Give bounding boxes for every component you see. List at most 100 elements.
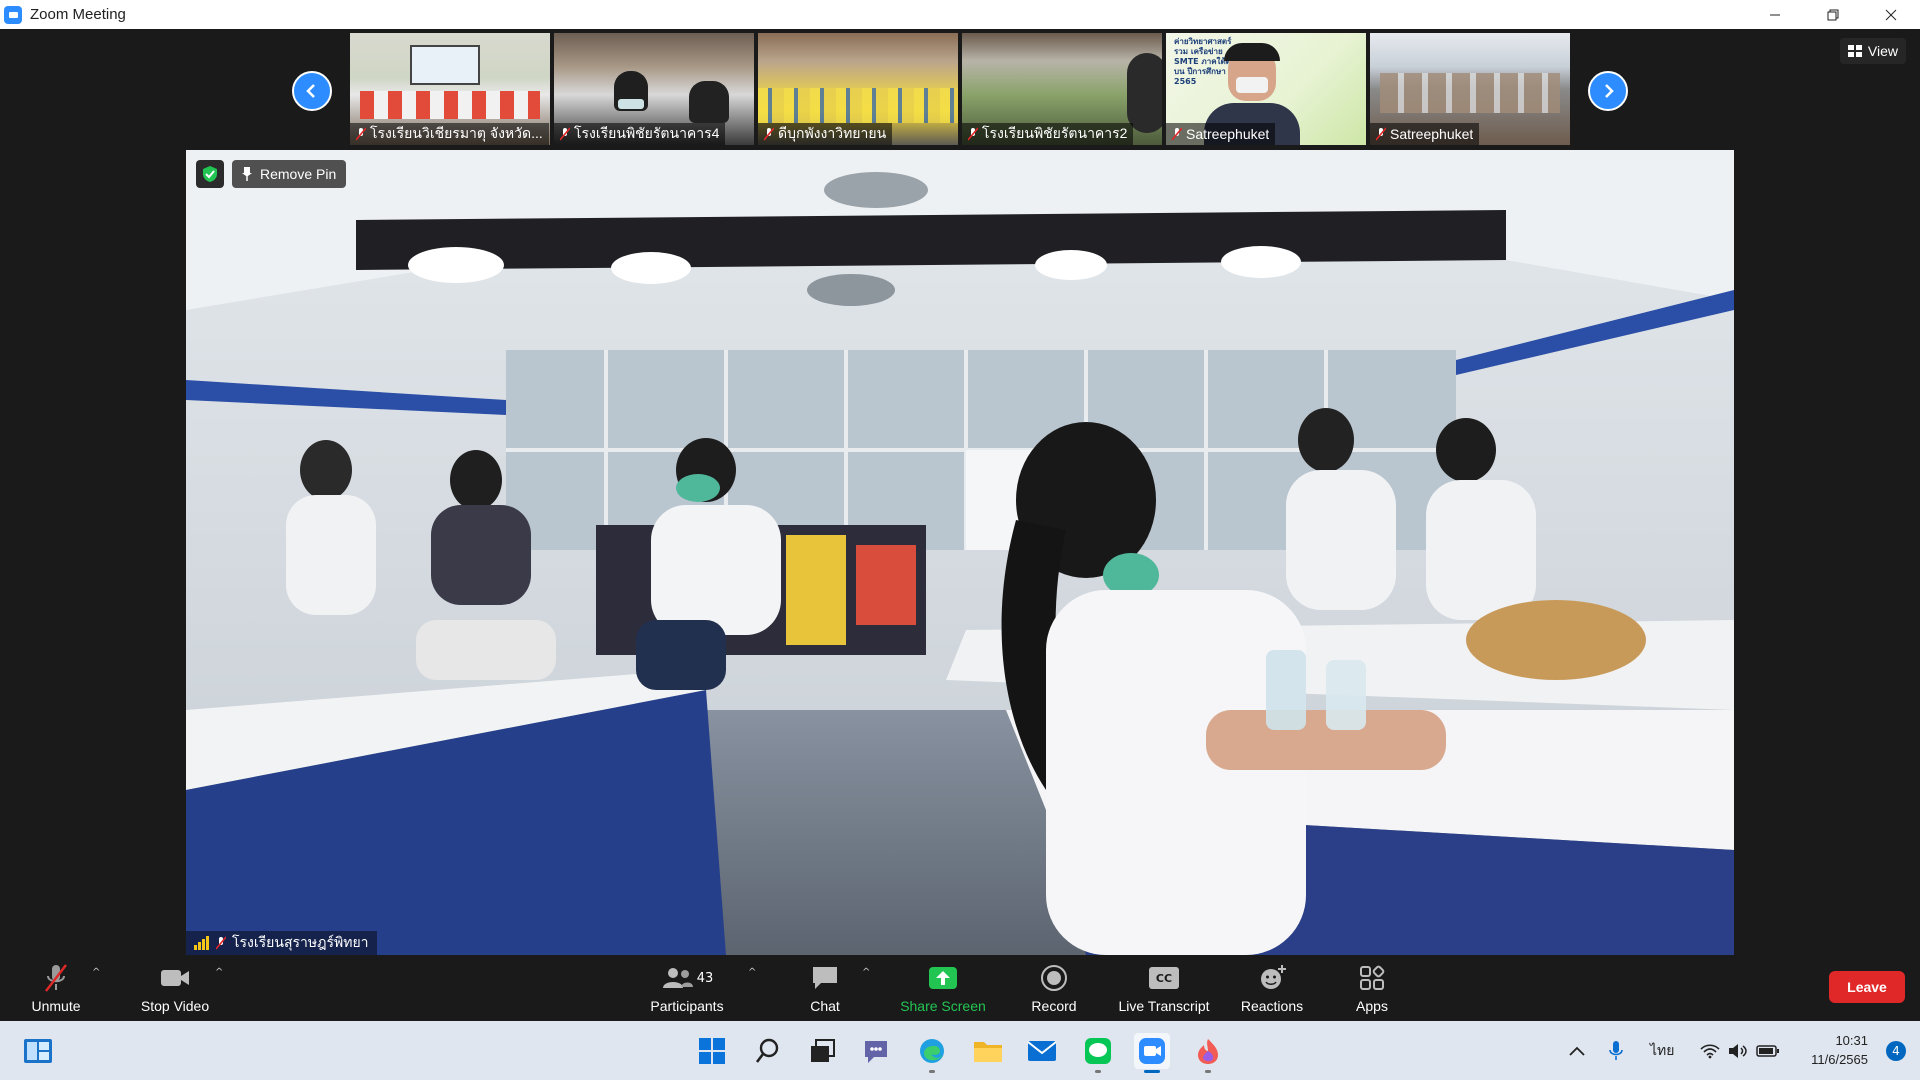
- mail-button[interactable]: [1024, 1033, 1060, 1069]
- file-explorer-button[interactable]: [970, 1033, 1006, 1069]
- stop-video-button[interactable]: Stop Video: [134, 955, 216, 1021]
- participant-thumbnail[interactable]: ค่ายวิทยาศาสตร์รวม เครือข่าย SMTE ภาคใต้…: [1166, 33, 1366, 145]
- teams-chat-button[interactable]: [858, 1033, 894, 1069]
- participants-button[interactable]: 43 Participants: [645, 955, 729, 1021]
- search-button[interactable]: [750, 1033, 786, 1069]
- participant-thumbnail[interactable]: โรงเรียนวิเชียรมาตุ จังหวัด...: [350, 33, 550, 145]
- meeting-toolbar: Unmute ^ Stop Video ^ 43 Participants ^ …: [0, 955, 1920, 1021]
- restore-button[interactable]: [1804, 0, 1862, 29]
- widgets-button[interactable]: [20, 1033, 56, 1069]
- thumbnail-name: โรงเรียนวิเชียรมาตุ จังหวัด...: [370, 125, 543, 141]
- mic-muted-icon: [764, 127, 774, 141]
- speaker-label: โรงเรียนสุราษฎร์พิทยา: [186, 931, 377, 955]
- share-screen-button[interactable]: Share Screen: [896, 955, 990, 1021]
- chat-bubble-icon: [813, 967, 837, 989]
- live-transcript-button[interactable]: CC Live Transcript: [1112, 955, 1216, 1021]
- classroom-video-frame: [186, 150, 1734, 955]
- restore-icon: [1827, 9, 1839, 20]
- apps-button[interactable]: Apps: [1350, 955, 1394, 1021]
- pinned-video[interactable]: Remove Pin โรงเรียนสุราษฎร์พิทยา: [186, 150, 1734, 955]
- microphone-tray-button[interactable]: [1608, 1021, 1624, 1080]
- teams-chat-icon: [865, 1041, 887, 1063]
- chat-label: Chat: [810, 998, 840, 1014]
- clock-button[interactable]: 10:31 11/6/2565: [1811, 1031, 1868, 1069]
- mic-muted-icon: [1172, 127, 1182, 141]
- view-button[interactable]: View: [1839, 38, 1906, 64]
- thumbnail-label: ดีบุกพังงาวิทยายน: [758, 123, 893, 145]
- participant-thumbnail[interactable]: โรงเรียนพิชัยรัตนาคาร2: [962, 33, 1162, 145]
- clock-time: 10:31: [1835, 1033, 1868, 1048]
- speaker-name: โรงเรียนสุราษฎร์พิทยา: [232, 934, 369, 950]
- edge-browser-button[interactable]: [914, 1033, 950, 1073]
- reactions-button[interactable]: Reactions: [1236, 955, 1308, 1021]
- view-label: View: [1867, 43, 1898, 59]
- chevron-up-icon: [1569, 1046, 1585, 1056]
- browser-app-button[interactable]: [1190, 1033, 1226, 1073]
- thumbnail-name: ดีบุกพังงาวิทยายน: [778, 125, 887, 141]
- participant-thumbnail[interactable]: ดีบุกพังงาวิทยายน: [758, 33, 958, 145]
- line-messenger-icon: [1085, 1038, 1111, 1064]
- search-icon: [755, 1038, 779, 1063]
- widgets-icon: [24, 1039, 52, 1063]
- thumbnail-label: โรงเรียนวิเชียรมาตุ จังหวัด...: [350, 123, 549, 145]
- participants-count: 43: [696, 970, 714, 986]
- remove-pin-button[interactable]: Remove Pin: [232, 160, 347, 188]
- battery-icon: [1756, 1044, 1779, 1057]
- close-button[interactable]: [1862, 0, 1920, 29]
- thumbnail-name: โรงเรียนพิชัยรัตนาคาร2: [982, 125, 1128, 141]
- mic-muted-icon: [968, 127, 978, 141]
- gallery-next-button[interactable]: [1588, 71, 1628, 111]
- participants-options-caret[interactable]: ^: [748, 967, 756, 978]
- unmute-button[interactable]: Unmute: [24, 955, 88, 1021]
- task-view-button[interactable]: [804, 1033, 840, 1069]
- windows-logo-icon: [699, 1038, 725, 1064]
- grid-view-icon: [1847, 45, 1862, 57]
- start-button[interactable]: [694, 1033, 730, 1069]
- video-camera-icon: [161, 970, 189, 986]
- input-language-button[interactable]: ไทย: [1650, 1021, 1674, 1080]
- participant-thumbnail[interactable]: โรงเรียนพิชัยรัตนาคาร4: [554, 33, 754, 145]
- gallery-prev-button[interactable]: [292, 71, 332, 111]
- line-app-button[interactable]: [1080, 1033, 1116, 1073]
- thumbnail-name: Satreephuket: [1390, 126, 1474, 142]
- clock-date: 11/6/2565: [1811, 1052, 1868, 1067]
- thumbnail-label: Satreephuket: [1166, 123, 1276, 145]
- audio-options-caret[interactable]: ^: [92, 967, 100, 978]
- gallery-strip: โรงเรียนวิเชียรมาตุ จังหวัด... โรงเรียนพ…: [350, 33, 1570, 145]
- live-transcript-label: Live Transcript: [1118, 998, 1210, 1014]
- mic-muted-icon: [216, 936, 226, 950]
- encryption-shield-icon[interactable]: [196, 160, 224, 188]
- thumbnail-label: โรงเรียนพิชัยรัตนาคาร2: [962, 123, 1134, 145]
- record-button[interactable]: Record: [1024, 955, 1084, 1021]
- zoom-app-button[interactable]: [1134, 1033, 1170, 1073]
- thumbnail-label: โรงเรียนพิชัยรัตนาคาร4: [554, 123, 726, 145]
- leave-button[interactable]: Leave: [1829, 971, 1905, 1003]
- unmute-label: Unmute: [31, 998, 81, 1014]
- thumbnail-name: โรงเรียนพิชัยรัตนาคาร4: [574, 125, 720, 141]
- minimize-button[interactable]: [1746, 0, 1804, 29]
- share-screen-label: Share Screen: [900, 998, 986, 1014]
- chat-options-caret[interactable]: ^: [862, 967, 870, 978]
- participants-icon: [662, 968, 693, 988]
- remove-pin-label: Remove Pin: [260, 166, 337, 182]
- title-bar: Zoom Meeting: [0, 0, 1920, 29]
- tray-overflow-button[interactable]: [1568, 1021, 1586, 1080]
- video-options-caret[interactable]: ^: [215, 967, 223, 978]
- chevron-left-icon: [306, 84, 315, 98]
- meeting-area: โรงเรียนวิเชียรมาตุ จังหวัด... โรงเรียนพ…: [0, 29, 1920, 955]
- pin-icon: [242, 167, 252, 181]
- zoom-icon: [1139, 1038, 1165, 1064]
- mic-muted-icon: [1376, 127, 1386, 141]
- participant-thumbnail[interactable]: Satreephuket: [1370, 33, 1570, 145]
- quick-settings-button[interactable]: [1700, 1021, 1780, 1080]
- chevron-right-icon: [1605, 84, 1614, 98]
- reactions-label: Reactions: [1240, 998, 1304, 1014]
- chat-button[interactable]: Chat: [800, 955, 850, 1021]
- stop-video-label: Stop Video: [140, 998, 210, 1014]
- smiley-plus-icon: [1261, 965, 1286, 989]
- folder-icon: [974, 1042, 1002, 1062]
- close-icon: [1885, 9, 1897, 20]
- apps-label: Apps: [1356, 998, 1388, 1014]
- wifi-icon: [1700, 1043, 1720, 1058]
- notification-badge[interactable]: 4: [1886, 1041, 1906, 1061]
